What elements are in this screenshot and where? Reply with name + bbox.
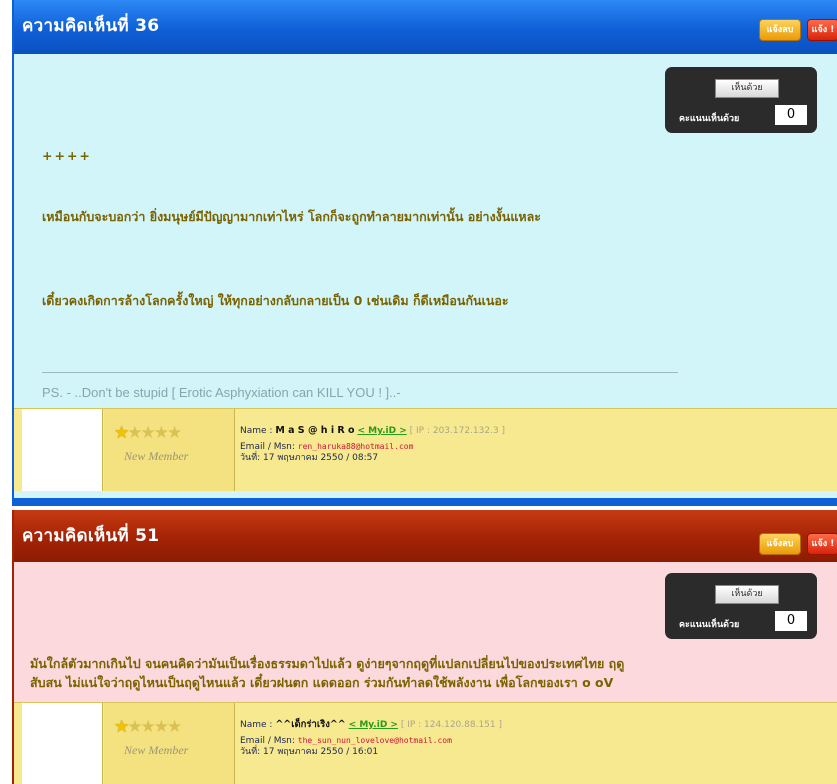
comment-body-line: มันใกล้ตัวมากเกินไป จนคนคิดว่ามันเป็นเรื…	[30, 656, 625, 671]
agree-score: 0	[775, 611, 807, 631]
comment-number: ความคิดเห็นที่ 51	[22, 526, 160, 546]
comment-card-36: ความคิดเห็นที่ 36 แจ้งลบ แจ้ง ! เห็นด้วย…	[12, 0, 837, 506]
agree-button[interactable]: เห็นด้วย	[715, 585, 779, 604]
delete-request-button[interactable]: แจ้งลบ	[759, 533, 801, 555]
comment-body-line: เหมือนกับจะบอกว่า ยิ่งมนุษย์มีปัญญามากเท…	[42, 209, 541, 224]
agree-score-label: คะแนนเห็นด้วย	[679, 620, 740, 630]
myid-link[interactable]: < My.iD >	[349, 720, 398, 730]
comment-number: ความคิดเห็นที่ 36	[22, 16, 160, 36]
report-button[interactable]: แจ้ง !	[807, 19, 837, 41]
member-rank: ★★★★★ New Member	[104, 409, 235, 491]
author-name: M a S @ h i R o	[275, 425, 355, 436]
post-date: วันที่: 17 พฤษภาคม 2550 / 08:57	[240, 453, 379, 463]
comment-card-51: ความคิดเห็นที่ 51 แจ้งลบ แจ้ง ! เห็นด้วย…	[12, 510, 837, 784]
name-label: Name :	[240, 426, 273, 436]
agree-button[interactable]: เห็นด้วย	[715, 79, 779, 98]
name-label: Name :	[240, 720, 273, 730]
ip-address: [ IP : 203.172.132.3 ]	[409, 426, 506, 436]
agree-score: 0	[775, 105, 807, 125]
comment-header: ความคิดเห็นที่ 51 แจ้งลบ แจ้ง !	[14, 510, 837, 562]
signature-text: PS. - ..Don't be stupid [ Erotic Asphyxi…	[42, 385, 401, 400]
author-email[interactable]: the_sun_nun_lovelove@hotmail.com	[298, 736, 452, 745]
comment-body-line: เดี๋ยวคงเกิดการล้างโลกครั้งใหญ่ ให้ทุกอย…	[42, 293, 509, 308]
rank-label: New Member	[124, 449, 189, 463]
delete-request-button[interactable]: แจ้งลบ	[759, 19, 801, 41]
report-button[interactable]: แจ้ง !	[807, 533, 837, 555]
agree-score-label: คะแนนเห็นด้วย	[679, 114, 740, 124]
author-footer: ★★★★★ New Member Name : ^^เด็กร่าเริง^^ …	[14, 702, 837, 784]
rank-stars-icon: ★★★★★	[114, 717, 182, 737]
post-date: วันที่: 17 พฤษภาคม 2550 / 16:01	[240, 747, 379, 757]
author-info: Name : M a S @ h i R o < My.iD > [ IP : …	[240, 423, 505, 466]
comment-header: ความคิดเห็นที่ 36 แจ้งลบ แจ้ง !	[14, 0, 837, 54]
author-info: Name : ^^เด็กร่าเริง^^ < My.iD > [ IP : …	[240, 717, 502, 760]
member-rank: ★★★★★ New Member	[104, 703, 235, 784]
rank-label: New Member	[124, 743, 189, 757]
author-footer: ★★★★★ New Member Name : M a S @ h i R o …	[14, 408, 837, 491]
comment-body-line: สับสน ไม่แน่ใจว่าฤดูไหนเป็นฤดูไหนแล้ว เด…	[30, 675, 614, 690]
author-name: ^^เด็กร่าเริง^^	[275, 719, 346, 730]
author-email[interactable]: ren_haruka88@hotmail.com	[298, 442, 414, 451]
rank-stars-icon: ★★★★★	[114, 423, 182, 443]
ip-address: [ IP : 124.120.88.151 ]	[400, 720, 502, 730]
avatar	[22, 703, 103, 784]
signature-divider	[42, 372, 678, 373]
vote-box: เห็นด้วย คะแนนเห็นด้วย 0	[665, 573, 817, 639]
myid-link[interactable]: < My.iD >	[357, 426, 406, 436]
avatar	[22, 409, 103, 491]
vote-box: เห็นด้วย คะแนนเห็นด้วย 0	[665, 67, 817, 133]
comment-body-line: ++++	[42, 148, 92, 163]
